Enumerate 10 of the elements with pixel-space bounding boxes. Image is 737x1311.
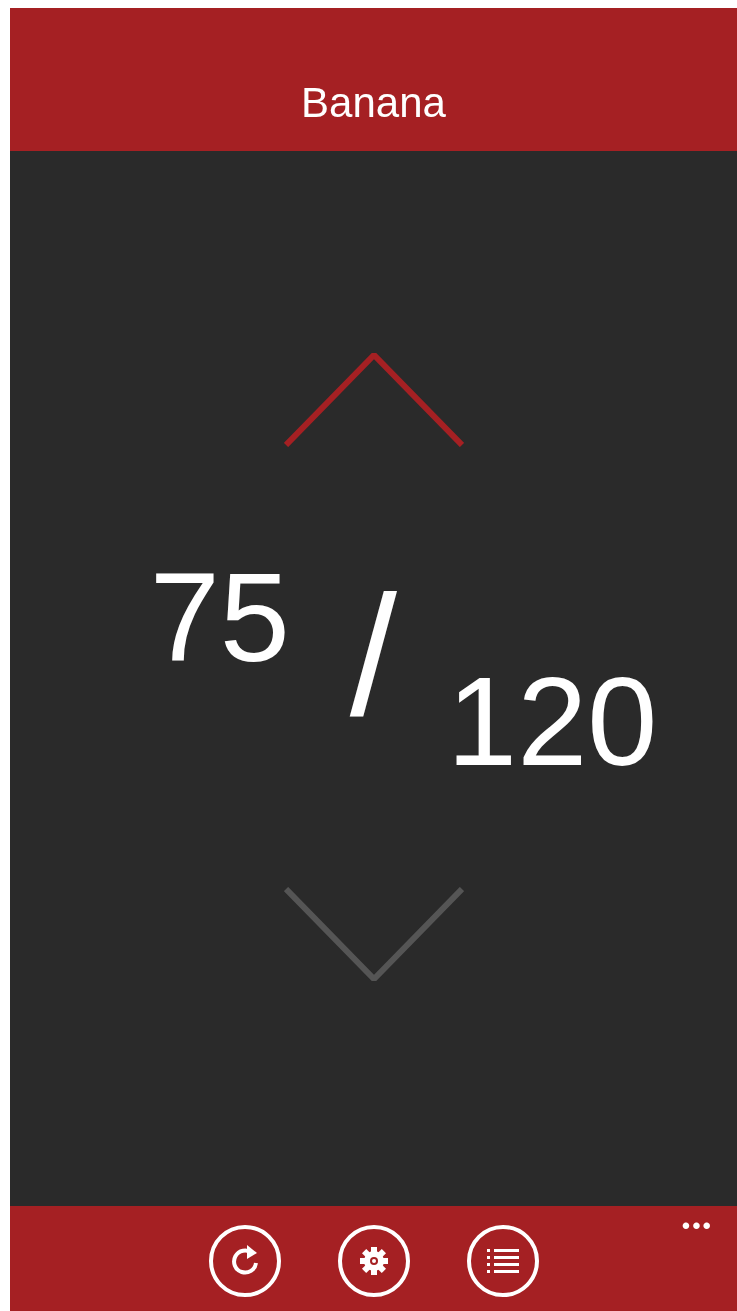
current-count: 75: [149, 555, 290, 681]
list-button[interactable]: [466, 1225, 539, 1297]
separator: /: [348, 571, 399, 741]
page-title: Banana: [301, 79, 446, 127]
list-icon: [486, 1248, 519, 1274]
settings-icon: [357, 1245, 390, 1277]
settings-button[interactable]: [337, 1225, 410, 1297]
refresh-button[interactable]: [208, 1225, 281, 1297]
more-button[interactable]: •••: [681, 1212, 713, 1240]
total-count: 120: [447, 659, 658, 785]
